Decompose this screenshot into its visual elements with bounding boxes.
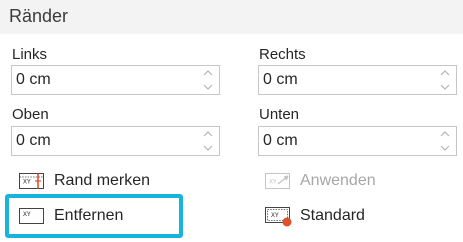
- oben-spinbox[interactable]: [11, 126, 220, 156]
- unten-label: Unten: [259, 106, 300, 123]
- links-label: Links: [12, 46, 48, 63]
- rechts-input[interactable]: [259, 66, 417, 94]
- spin-up-icon[interactable]: [197, 66, 219, 80]
- rand-merken-button[interactable]: XY Rand merken: [18, 168, 150, 194]
- unten-input[interactable]: [259, 127, 417, 155]
- spin-down-icon[interactable]: [197, 80, 219, 94]
- spin-down-icon[interactable]: [197, 141, 219, 155]
- rechts-spin-arrows[interactable]: [434, 66, 456, 94]
- links-spinbox[interactable]: [11, 65, 220, 95]
- apply-margin-icon: XY: [264, 170, 294, 192]
- section-title: Ränder: [9, 6, 69, 26]
- anwenden-button[interactable]: XY Anwenden: [264, 168, 376, 194]
- unten-spin-arrows[interactable]: [434, 127, 456, 155]
- oben-spin-arrows[interactable]: [197, 127, 219, 155]
- xy-glyph: XY: [23, 178, 31, 186]
- spin-up-icon[interactable]: [434, 66, 456, 80]
- spin-down-icon[interactable]: [434, 141, 456, 155]
- rand-merken-label: Rand merken: [54, 172, 151, 189]
- focus-highlight: [5, 194, 183, 238]
- xy-glyph: XY: [271, 211, 279, 219]
- oben-label: Oben: [12, 106, 49, 123]
- spin-down-icon[interactable]: [434, 80, 456, 94]
- standard-button[interactable]: XY Standard: [264, 203, 365, 229]
- default-margin-icon: XY: [264, 205, 294, 227]
- remember-margin-icon: XY: [18, 170, 48, 192]
- spin-up-icon[interactable]: [434, 127, 456, 141]
- oben-input[interactable]: [12, 127, 178, 155]
- standard-label: Standard: [300, 207, 365, 224]
- unten-spinbox[interactable]: [258, 126, 457, 156]
- anwenden-label: Anwenden: [300, 172, 376, 189]
- rechts-label: Rechts: [259, 46, 306, 63]
- section-header: Ränder: [0, 0, 463, 34]
- links-input[interactable]: [12, 66, 178, 94]
- rechts-spinbox[interactable]: [258, 65, 457, 95]
- links-spin-arrows[interactable]: [197, 66, 219, 94]
- spin-up-icon[interactable]: [197, 127, 219, 141]
- xy-glyph: XY: [269, 178, 277, 186]
